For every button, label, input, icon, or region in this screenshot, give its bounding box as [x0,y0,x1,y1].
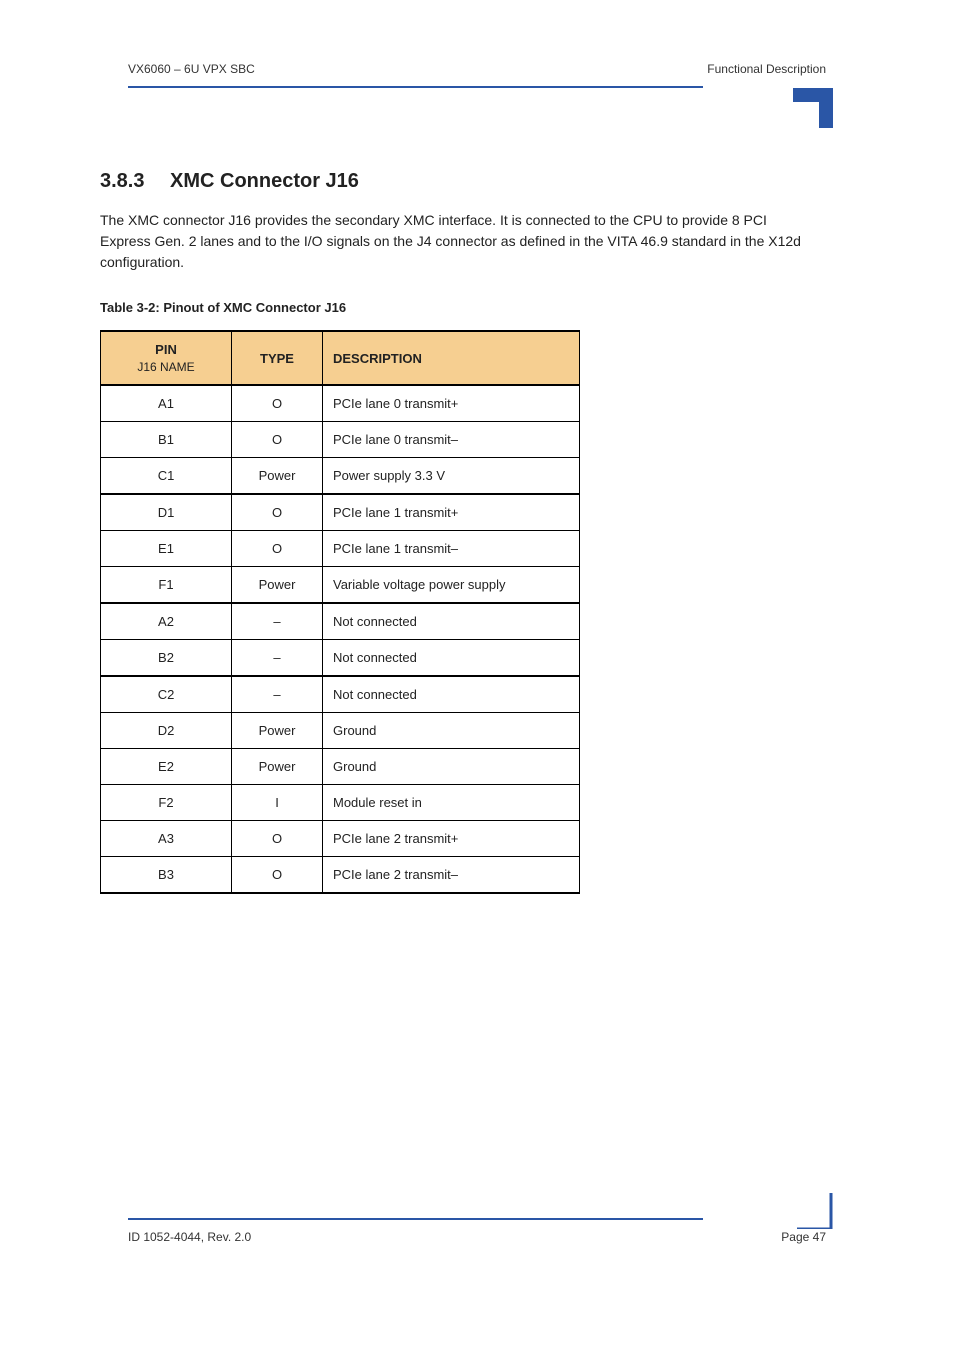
cell-description: PCIe lane 1 transmit– [323,531,580,567]
section-title: XMC Connector J16 [170,170,359,193]
cell-type: Power [232,567,323,604]
cell-pin: B2 [101,640,232,677]
table-row: B3OPCIe lane 2 transmit– [101,857,580,894]
table-row: E2PowerGround [101,749,580,785]
table-row: F2IModule reset in [101,785,580,821]
page: VX6060 – 6U VPX SBC Functional Descripti… [0,0,954,1351]
cell-pin: A1 [101,385,232,422]
table-row: B2–Not connected [101,640,580,677]
col-header-pin: PIN J16 NAME [101,331,232,385]
cell-type: O [232,531,323,567]
table-row: A1OPCIe lane 0 transmit+ [101,385,580,422]
cell-description: PCIe lane 2 transmit+ [323,821,580,857]
table-row: D2PowerGround [101,713,580,749]
cell-type: – [232,603,323,640]
cell-type: – [232,640,323,677]
cell-pin: E1 [101,531,232,567]
cell-description: PCIe lane 0 transmit+ [323,385,580,422]
section-paragraph: The XMC connector J16 provides the secon… [100,210,820,273]
cell-description: Variable voltage power supply [323,567,580,604]
cell-pin: C2 [101,676,232,713]
col-header-type: TYPE [232,331,323,385]
table-row: B1OPCIe lane 0 transmit– [101,422,580,458]
cell-description: Module reset in [323,785,580,821]
col-header-pin-label: PIN [155,342,177,357]
col-header-type-label: TYPE [260,351,294,366]
table-row: A3OPCIe lane 2 transmit+ [101,821,580,857]
pinout-table: PIN J16 NAME TYPE DESCRIPTION A1OPCIe la… [100,330,580,894]
cell-type: O [232,821,323,857]
table-row: E1OPCIe lane 1 transmit– [101,531,580,567]
cell-type: O [232,422,323,458]
cell-description: Not connected [323,603,580,640]
cell-pin: A3 [101,821,232,857]
cell-pin: B3 [101,857,232,894]
cell-description: Ground [323,713,580,749]
table-row: C1PowerPower supply 3.3 V [101,458,580,495]
cell-description: Power supply 3.3 V [323,458,580,495]
col-header-description: DESCRIPTION [323,331,580,385]
cell-type: – [232,676,323,713]
cell-type: O [232,857,323,894]
cell-pin: F1 [101,567,232,604]
table-row: A2–Not connected [101,603,580,640]
cell-pin: E2 [101,749,232,785]
section-number: 3.8.3 [100,170,144,193]
cell-pin: D1 [101,494,232,531]
cell-description: Not connected [323,640,580,677]
col-header-pin-sub: J16 NAME [111,360,221,374]
footer-right-text: Page 47 [781,1230,826,1244]
cell-description: Not connected [323,676,580,713]
cell-description: Ground [323,749,580,785]
cell-type: I [232,785,323,821]
cell-pin: F2 [101,785,232,821]
cell-description: PCIe lane 1 transmit+ [323,494,580,531]
cell-type: Power [232,458,323,495]
footer-crop-mark-icon [797,1193,833,1229]
header-rule [128,86,703,88]
cell-pin: D2 [101,713,232,749]
cell-description: PCIe lane 0 transmit– [323,422,580,458]
cell-type: O [232,494,323,531]
footer-rule [128,1218,703,1220]
cell-type: O [232,385,323,422]
col-header-description-label: DESCRIPTION [333,351,422,366]
table-row: F1PowerVariable voltage power supply [101,567,580,604]
table-row: C2–Not connected [101,676,580,713]
running-header-left: VX6060 – 6U VPX SBC [128,62,255,76]
cell-description: PCIe lane 2 transmit– [323,857,580,894]
cell-pin: C1 [101,458,232,495]
table-caption: Table 3-2: Pinout of XMC Connector J16 [100,300,346,315]
cell-pin: B1 [101,422,232,458]
corner-crop-mark-icon [793,88,833,128]
table-header-row: PIN J16 NAME TYPE DESCRIPTION [101,331,580,385]
table-row: D1OPCIe lane 1 transmit+ [101,494,580,531]
cell-type: Power [232,749,323,785]
cell-pin: A2 [101,603,232,640]
cell-type: Power [232,713,323,749]
footer-left-text: ID 1052-4044, Rev. 2.0 [128,1230,251,1244]
running-header-right: Functional Description [707,62,826,76]
